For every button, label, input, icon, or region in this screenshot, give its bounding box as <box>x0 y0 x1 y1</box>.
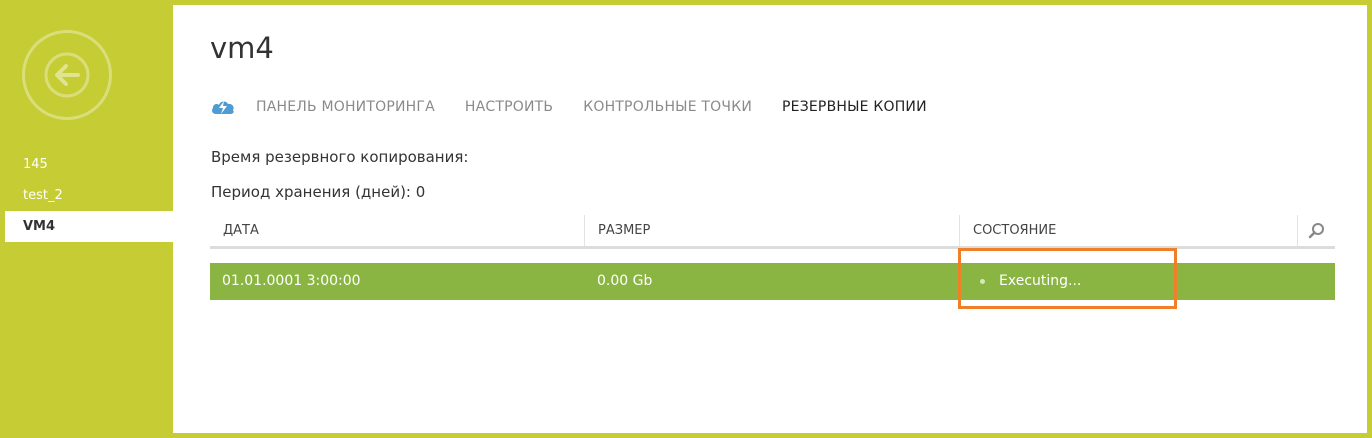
main-panel: vm4 ПАНЕЛЬ МОНИТОРИНГА НАСТРОИТЬ КОНТРОЛ… <box>173 5 1367 433</box>
backups-table: ДАТА РАЗМЕР СОСТОЯНИЕ 01.01.0001 3:00:00… <box>210 215 1335 300</box>
backup-time-label: Время резервного копирования: <box>211 148 469 166</box>
back-button[interactable] <box>22 30 112 120</box>
tab-monitoring[interactable]: ПАНЕЛЬ МОНИТОРИНГА <box>256 99 435 115</box>
cloud-logo-icon <box>212 101 234 114</box>
cell-size: 0.00 Gb <box>597 273 653 289</box>
vm-list: 145 test_2 VM4 <box>5 149 173 242</box>
status-text: Executing... <box>999 273 1082 289</box>
column-header-size[interactable]: РАЗМЕР <box>584 215 959 246</box>
back-arrow-icon <box>44 52 90 98</box>
cell-date: 01.01.0001 3:00:00 <box>222 273 361 289</box>
tab-checkpoints[interactable]: КОНТРОЛЬНЫЕ ТОЧКИ <box>583 99 752 115</box>
sidebar-item-test-2[interactable]: test_2 <box>5 180 173 211</box>
tab-backups[interactable]: РЕЗЕРВНЫЕ КОПИИ <box>782 99 927 115</box>
sidebar-item-145[interactable]: 145 <box>5 149 173 180</box>
page-title: vm4 <box>210 31 274 65</box>
search-icon <box>1308 223 1324 239</box>
table-header: ДАТА РАЗМЕР СОСТОЯНИЕ <box>210 215 1335 249</box>
column-header-date[interactable]: ДАТА <box>210 215 584 246</box>
table-search-button[interactable] <box>1297 215 1335 246</box>
cell-state: Executing... <box>980 263 1081 300</box>
tab-configure[interactable]: НАСТРОИТЬ <box>465 99 553 115</box>
table-row[interactable]: 01.01.0001 3:00:00 0.00 Gb Executing... <box>210 263 1335 300</box>
column-header-state[interactable]: СОСТОЯНИЕ <box>959 215 1297 246</box>
tab-bar: ПАНЕЛЬ МОНИТОРИНГА НАСТРОИТЬ КОНТРОЛЬНЫЕ… <box>210 97 957 117</box>
status-spinner-icon <box>980 279 985 284</box>
sidebar-item-vm4[interactable]: VM4 <box>5 211 173 242</box>
sidebar: 145 test_2 VM4 <box>0 0 173 438</box>
retention-period-label: Период хранения (дней): 0 <box>211 183 426 201</box>
